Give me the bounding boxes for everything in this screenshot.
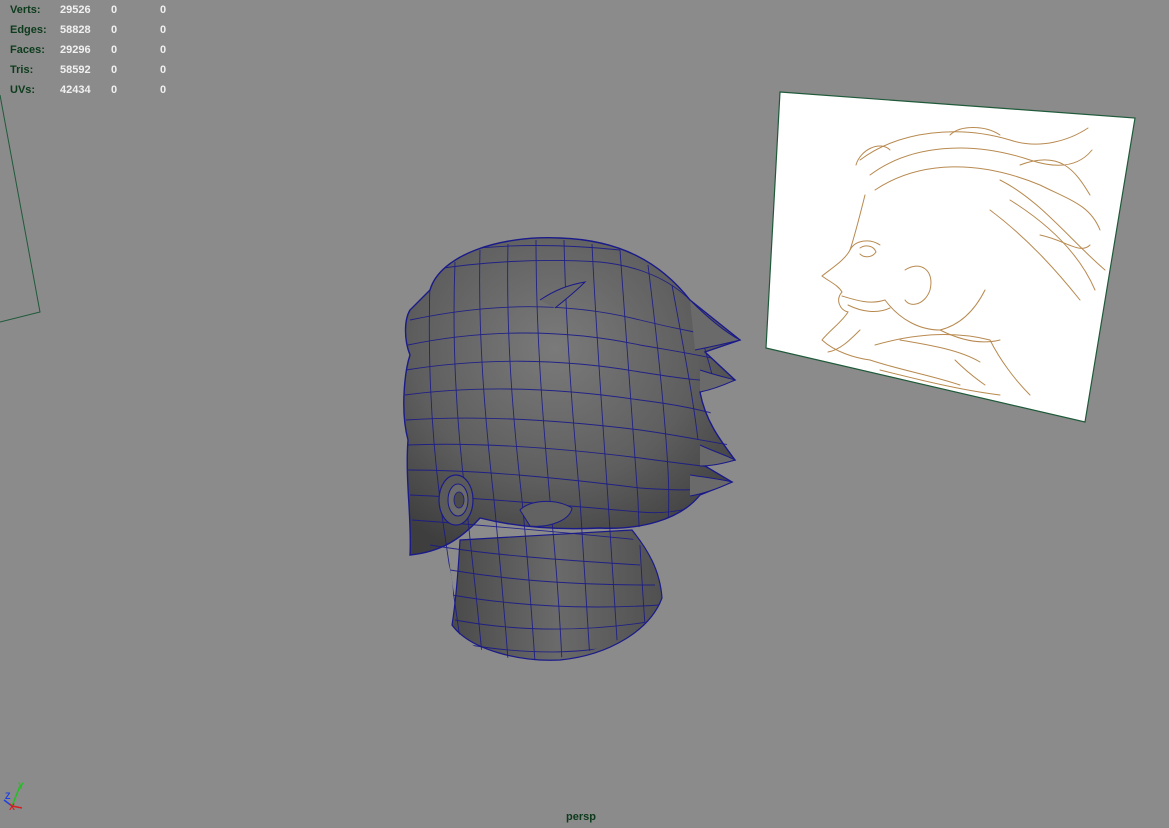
reference-image-plane[interactable]	[765, 91, 1136, 423]
hud-value: 0	[160, 44, 167, 56]
hud-row-faces: Faces: 29296 0 0	[10, 40, 180, 60]
poly-count-hud: Verts: 29526 0 0 Edges: 58828 0 0 Faces:…	[10, 0, 180, 100]
hud-row-uvs: UVs: 42434 0 0	[10, 80, 180, 100]
hud-value: 0	[160, 84, 167, 96]
head-mesh[interactable]	[403, 237, 742, 662]
hud-label: Edges:	[10, 24, 47, 36]
hud-value: 42434	[60, 84, 91, 96]
axis-x-label: X	[9, 802, 15, 812]
axis-y-label: Y	[18, 781, 24, 791]
hud-value: 0	[111, 84, 118, 96]
hud-label: Verts:	[10, 4, 41, 16]
hud-value: 0	[111, 24, 118, 36]
hud-value: 58828	[60, 24, 91, 36]
hud-value: 29296	[60, 44, 91, 56]
image-plane-edge-left	[0, 94, 41, 323]
hud-value: 0	[111, 44, 118, 56]
hud-value: 0	[160, 64, 167, 76]
hud-row-verts: Verts: 29526 0 0	[10, 0, 180, 20]
camera-label: persp	[566, 811, 596, 823]
hud-value: 0	[111, 64, 118, 76]
scene-canvas[interactable]: Y Z X	[0, 0, 1169, 828]
hud-row-edges: Edges: 58828 0 0	[10, 20, 180, 40]
axis-z-label: Z	[5, 791, 11, 801]
hud-label: Tris:	[10, 64, 34, 76]
hud-row-tris: Tris: 58592 0 0	[10, 60, 180, 80]
hud-value: 0	[160, 24, 167, 36]
hud-value: 29526	[60, 4, 91, 16]
3d-viewport[interactable]: Y Z X Verts: 29526 0 0 Edges: 58828 0 0 …	[0, 0, 1169, 828]
hud-label: UVs:	[10, 84, 36, 96]
hud-value: 0	[160, 4, 167, 16]
ear-detail	[438, 474, 474, 526]
hud-value: 58592	[60, 64, 91, 76]
hud-value: 0	[111, 4, 118, 16]
axis-gizmo: Y Z X	[3, 781, 24, 812]
hud-label: Faces:	[10, 44, 45, 56]
